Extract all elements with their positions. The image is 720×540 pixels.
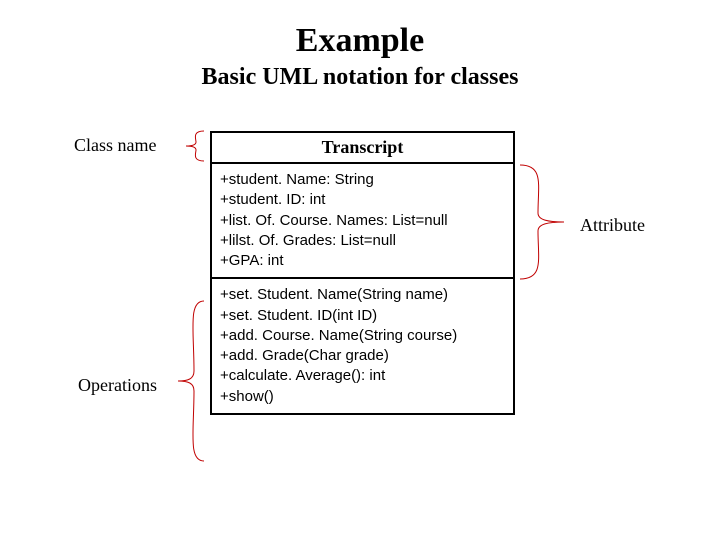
brace-class-name [178,131,204,161]
diagram-stage: Transcript +student. Name: String +stude… [0,101,720,531]
label-class-name: Class name [74,135,157,156]
uml-attribute-row: +list. Of. Course. Names: List=null [220,211,505,231]
uml-operation-row: +add. Course. Name(String course) [220,326,505,346]
brace-attribute [520,165,568,279]
uml-operation-row: +set. Student. Name(String name) [220,285,505,305]
uml-operation-compartment: +set. Student. Name(String name) +set. S… [212,279,513,413]
uml-attribute-row: +GPA: int [220,251,505,271]
label-operations: Operations [78,375,157,396]
uml-operation-row: +show() [220,387,505,407]
brace-operations [172,301,204,461]
uml-attribute-row: +student. ID: int [220,190,505,210]
uml-operation-row: +set. Student. ID(int ID) [220,306,505,326]
uml-class-name: Transcript [212,133,513,164]
label-attribute: Attribute [580,215,645,236]
uml-attribute-row: +lilst. Of. Grades: List=null [220,231,505,251]
uml-attribute-row: +student. Name: String [220,170,505,190]
uml-class-box: Transcript +student. Name: String +stude… [210,131,515,415]
page-title: Example [0,0,720,60]
page-subtitle: Basic UML notation for classes [0,64,720,91]
uml-operation-row: +calculate. Average(): int [220,366,505,386]
uml-operation-row: +add. Grade(Char grade) [220,346,505,366]
uml-attribute-compartment: +student. Name: String +student. ID: int… [212,164,513,279]
